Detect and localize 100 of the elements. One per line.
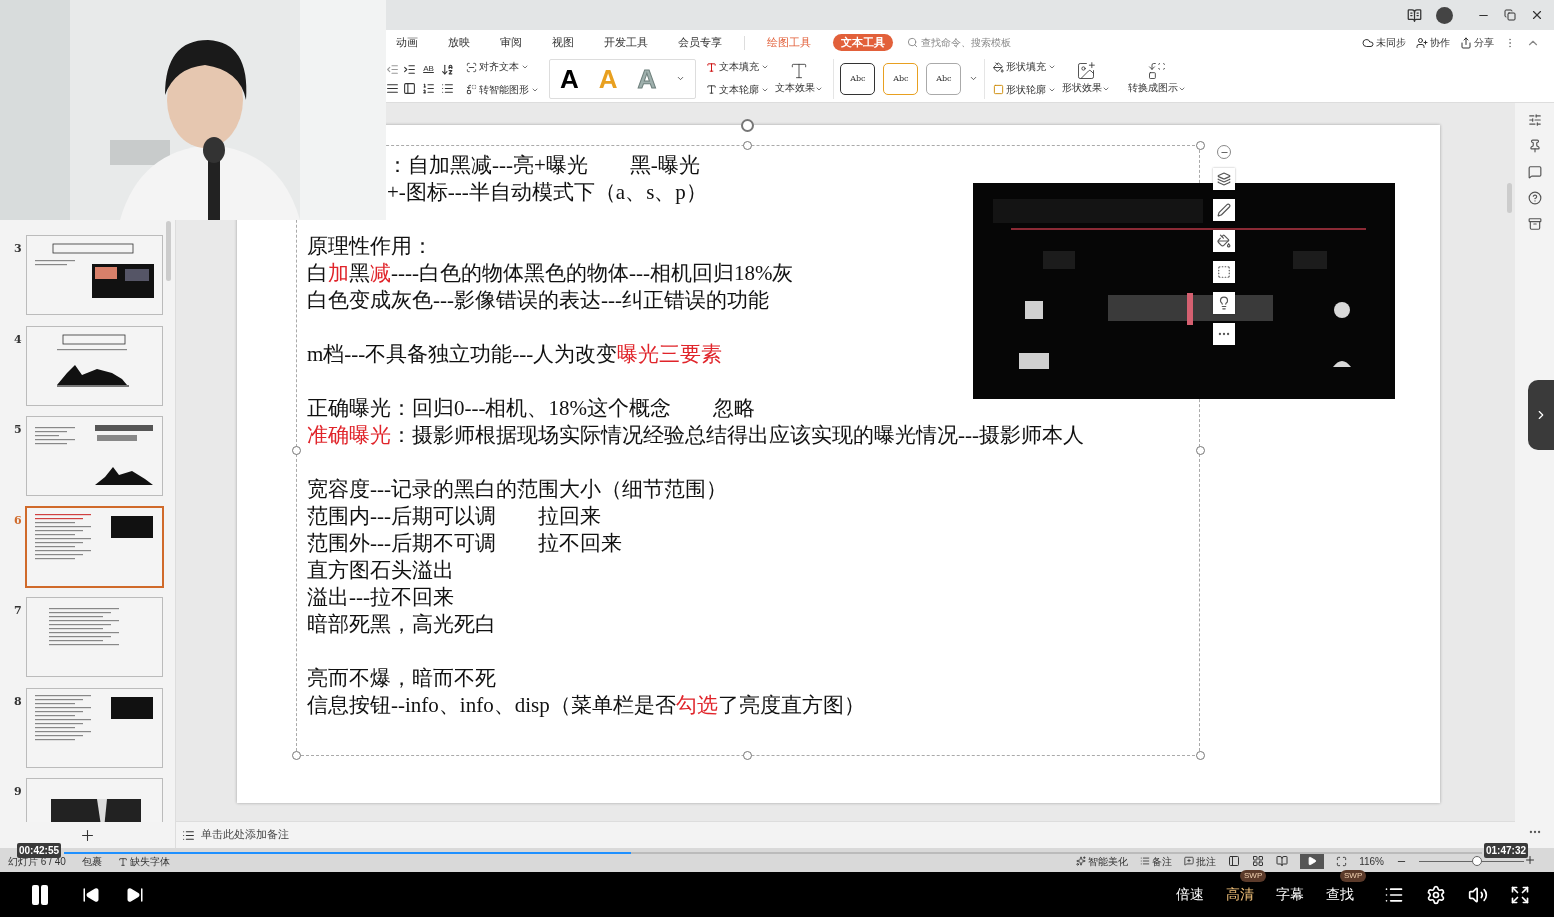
player-option[interactable]: 字幕 xyxy=(1276,884,1304,905)
total-time: 01:47:32 xyxy=(1484,843,1529,858)
fit-icon[interactable] xyxy=(1336,855,1348,867)
slide-thumbnail[interactable] xyxy=(27,236,162,314)
status-item[interactable]: 缺失字体 xyxy=(117,854,170,869)
comments-button[interactable]: 批注 xyxy=(1184,853,1217,869)
zoom-in-icon[interactable] xyxy=(1524,854,1536,866)
toolbar-action[interactable]: 协作 xyxy=(1416,35,1450,50)
smart-shape-button[interactable]: 转智能图形 xyxy=(466,82,539,97)
volume-icon[interactable] xyxy=(1468,884,1488,905)
align-icon xyxy=(466,61,477,73)
shape-effect-button[interactable]: 形状效果 xyxy=(1062,61,1111,96)
side-panel-toggle[interactable] xyxy=(1528,380,1554,450)
player-option[interactable]: 高清 xyxy=(1226,884,1254,905)
text-fill-button[interactable]: 文本填充 xyxy=(706,60,770,75)
convert-icon xyxy=(466,84,477,96)
sliders-icon[interactable] xyxy=(1527,113,1542,127)
text-direction-icon[interactable] xyxy=(403,81,416,95)
archive-icon[interactable] xyxy=(1527,217,1542,231)
floating-toolbar-button[interactable] xyxy=(1213,230,1235,252)
line-spacing-icon[interactable] xyxy=(422,81,435,95)
paragraph-spacing-icon[interactable] xyxy=(441,81,454,95)
status-item[interactable]: 包裹 xyxy=(81,854,102,869)
resize-handle[interactable] xyxy=(1196,751,1205,760)
align-text-button[interactable]: 对齐文本 xyxy=(466,60,539,75)
avatar[interactable] xyxy=(1436,6,1453,24)
beautify-button[interactable]: 智能美化 xyxy=(1076,853,1129,869)
resize-handle[interactable] xyxy=(1196,141,1205,150)
floating-toolbar-button[interactable] xyxy=(1213,292,1235,314)
comment-icon[interactable] xyxy=(1527,165,1542,179)
normal-view-icon[interactable] xyxy=(1228,855,1241,867)
slide-text: 暗部死黑，高光死白 xyxy=(307,611,496,638)
shape-style-preset[interactable]: Abc xyxy=(883,62,919,95)
slide-text: 正确曝光：回归0---相机、18%这个概念 忽略 xyxy=(307,395,755,422)
next-icon[interactable] xyxy=(126,885,144,904)
ribbon-tab[interactable]: 绘图工具 xyxy=(759,34,819,51)
shape-style-preset[interactable]: Abc xyxy=(840,62,876,95)
fullscreen-icon[interactable] xyxy=(1510,884,1530,905)
text-case-button[interactable]: AB xyxy=(422,65,435,73)
shape-style-preset[interactable]: Abc xyxy=(926,62,962,95)
settings-icon[interactable] xyxy=(1426,884,1446,905)
ribbon-tab[interactable]: 视图 xyxy=(544,34,582,51)
gallery-expand-icon[interactable] xyxy=(969,74,979,83)
notes-button[interactable]: 备注 xyxy=(1140,853,1173,869)
notes-field[interactable]: 单击此处添加备注 xyxy=(201,827,1515,843)
floating-toolbar-button[interactable] xyxy=(1213,261,1235,283)
ribbon-tab[interactable]: 动画 xyxy=(388,34,426,51)
resize-handle[interactable] xyxy=(743,141,752,150)
shape-outline-button[interactable]: 形状轮廓 xyxy=(993,82,1057,97)
zoom-thumb[interactable] xyxy=(1471,855,1482,866)
player-option[interactable]: 倍速 xyxy=(1176,884,1204,905)
reading-view-icon[interactable] xyxy=(1276,855,1289,867)
increase-indent-icon[interactable] xyxy=(403,62,416,76)
ribbon-tab[interactable]: 审阅 xyxy=(492,34,530,51)
slide-thumbnail[interactable] xyxy=(27,507,162,586)
resize-handle[interactable] xyxy=(1196,446,1205,455)
toolbar-action[interactable]: 分享 xyxy=(1460,35,1494,50)
dashed-square-icon xyxy=(1217,265,1231,279)
search-field[interactable]: 查找命令、搜索模板 xyxy=(907,35,1031,50)
slide-text: 范围内---后期可以调 拉回来 xyxy=(307,503,601,530)
previous-icon[interactable] xyxy=(82,885,100,904)
ribbon-tab[interactable]: 开发工具 xyxy=(596,34,656,51)
sort-icon[interactable] xyxy=(441,62,454,76)
close-icon[interactable] xyxy=(1530,8,1544,22)
slide-text: 直方图石头溢出 xyxy=(307,557,454,584)
player-option[interactable]: 查找 xyxy=(1326,884,1354,905)
slide-thumbnail[interactable] xyxy=(27,326,162,405)
text-effect-button[interactable]: 文本效果 xyxy=(775,61,824,96)
text-style-preset[interactable]: A xyxy=(560,65,579,92)
floating-toolbar-button[interactable] xyxy=(1213,323,1235,345)
toolbar-action[interactable]: 未同步 xyxy=(1362,35,1406,50)
option-badge: SWP xyxy=(1340,870,1367,882)
slide-text: 溢出---拉不回来 xyxy=(307,584,454,611)
rotate-handle[interactable] xyxy=(741,119,754,132)
collapse-button[interactable] xyxy=(1217,145,1231,159)
floating-toolbar-button[interactable] xyxy=(1213,199,1235,221)
justify-icon[interactable] xyxy=(386,81,399,95)
slide-thumbnail[interactable] xyxy=(27,688,162,767)
grid-view-icon[interactable] xyxy=(1252,855,1265,867)
option-badge: SWP xyxy=(1240,870,1267,882)
floating-toolbar-button[interactable] xyxy=(1213,168,1235,190)
help-icon[interactable] xyxy=(1527,191,1542,205)
slide-text: 信息按钮--info、info、disp（菜单栏是否勾选了亮度直方图） xyxy=(307,692,865,719)
pin-icon[interactable] xyxy=(1527,139,1542,153)
reading-mode-icon[interactable] xyxy=(1407,7,1422,23)
zoom-level[interactable]: 116% xyxy=(1359,853,1384,869)
gallery-expand-icon[interactable] xyxy=(676,74,686,83)
ribbon-tab[interactable]: 放映 xyxy=(440,34,478,51)
shape-fill-button[interactable]: 形状填充 xyxy=(993,60,1057,75)
slide-thumbnail[interactable] xyxy=(27,598,162,676)
resize-handle[interactable] xyxy=(292,751,301,760)
slide-thumbnail[interactable] xyxy=(27,417,162,495)
resize-handle[interactable] xyxy=(743,751,752,760)
slide-number: 5 xyxy=(14,422,23,438)
convert-diagram-button[interactable]: 转换成图示 xyxy=(1128,61,1187,96)
ribbon-tab[interactable]: 文本工具 xyxy=(833,34,893,51)
text-outline-button[interactable]: 文本轮廓 xyxy=(706,82,770,97)
restore-icon[interactable] xyxy=(1504,9,1516,21)
resize-handle[interactable] xyxy=(292,446,301,455)
ribbon-tab[interactable]: 会员专享 xyxy=(670,34,730,51)
